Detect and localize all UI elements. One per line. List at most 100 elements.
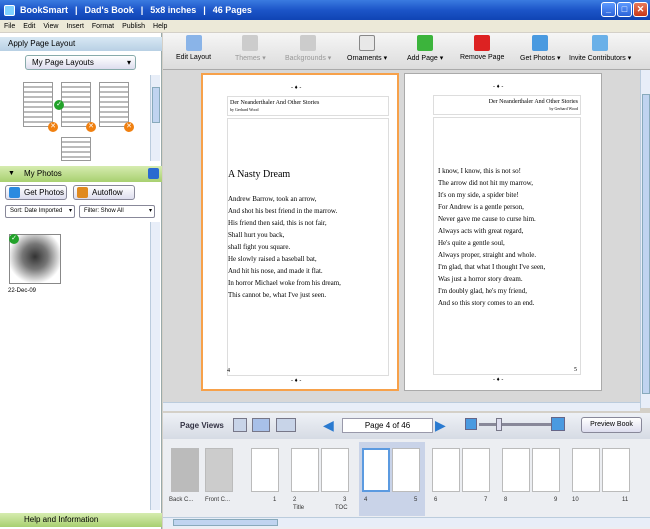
zoom-in-icon[interactable] bbox=[551, 417, 565, 431]
back-cover-thumbnail[interactable] bbox=[171, 448, 199, 492]
backgrounds-icon bbox=[300, 35, 317, 51]
layout-select[interactable]: My Page Layouts ▾ bbox=[25, 55, 136, 70]
text-box[interactable]: A Nasty Dream Andrew Barrow, took an arr… bbox=[227, 118, 389, 376]
thumbnail-label: 5 bbox=[414, 497, 418, 503]
menu-file[interactable]: File bbox=[4, 23, 15, 30]
poem-line: Always proper, straight and whole. bbox=[438, 251, 537, 259]
single-page-view-icon[interactable] bbox=[233, 418, 247, 432]
page-thumbnail[interactable] bbox=[602, 448, 630, 492]
author-line: by Gerhard Wood bbox=[230, 107, 259, 112]
menu-publish[interactable]: Publish bbox=[122, 23, 145, 30]
right-page[interactable]: - ♦ - Der Neanderthaler And Other Storie… bbox=[404, 73, 602, 391]
poem-line: He's quite a gentle soul, bbox=[438, 239, 505, 247]
autoflow-icon bbox=[77, 187, 88, 198]
poem-line: He slowly raised a baseball bat, bbox=[228, 255, 317, 263]
poem-line: I'm glad, that what I thought I've seen, bbox=[438, 263, 546, 271]
next-page-icon[interactable]: ▶ bbox=[435, 417, 446, 434]
canvas-horizontal-scrollbar[interactable] bbox=[163, 402, 640, 411]
header-text-box[interactable]: Der Neanderthaler And Other Stories by G… bbox=[227, 96, 389, 116]
page-count: 46 Pages bbox=[212, 5, 252, 15]
check-icon: ✓ bbox=[54, 100, 64, 110]
grid-view-icon[interactable] bbox=[276, 418, 296, 432]
page-thumbnail[interactable] bbox=[392, 448, 420, 492]
remove-page-button[interactable]: Remove Page bbox=[460, 35, 504, 61]
filter-select[interactable]: Filter: Show All ▾ bbox=[79, 205, 155, 218]
layout-thumbnail[interactable] bbox=[61, 82, 91, 127]
layout-thumbnail[interactable] bbox=[23, 82, 53, 127]
poem-line: His friend then said, this is not fair, bbox=[228, 219, 327, 227]
thumbnail-label: 1 bbox=[273, 497, 277, 503]
invite-icon bbox=[592, 35, 609, 51]
left-page[interactable]: - ♦ - Der Neanderthaler And Other Storie… bbox=[201, 73, 399, 391]
sort-select[interactable]: Sort: Date Imported ▾ bbox=[5, 205, 75, 218]
book-name: Dad's Book bbox=[84, 5, 134, 15]
preview-book-button[interactable]: Preview Book bbox=[581, 417, 642, 433]
thumbnail-label: 6 bbox=[434, 497, 438, 503]
menu-view[interactable]: View bbox=[43, 23, 58, 30]
page-thumbnail[interactable] bbox=[502, 448, 530, 492]
page-thumbnail[interactable] bbox=[532, 448, 560, 492]
page-indicator[interactable]: Page 4 of 46 bbox=[342, 418, 433, 433]
backgrounds-button[interactable]: Backgrounds ▾ bbox=[285, 35, 331, 62]
page-thumbnail[interactable] bbox=[251, 448, 279, 492]
front-cover-thumbnail[interactable] bbox=[205, 448, 233, 492]
get-photos-toolbar-button[interactable]: Get Photos ▾ bbox=[520, 35, 560, 62]
photo-date: 22-Dec-09 bbox=[8, 288, 37, 294]
header-text-box[interactable]: Der Neanderthaler And Other Stories by G… bbox=[433, 95, 581, 115]
apply-layout-header: Apply Page Layout bbox=[0, 37, 162, 51]
filmstrip-scrollbar[interactable] bbox=[163, 517, 650, 527]
poem-line: It's on my side, a spider bite! bbox=[438, 191, 519, 199]
thumbnail-label: 11 bbox=[622, 497, 629, 503]
page-thumbnail[interactable] bbox=[362, 448, 390, 492]
edit-layout-icon bbox=[185, 35, 202, 51]
page-thumbnail[interactable] bbox=[572, 448, 600, 492]
maximize-button[interactable]: □ bbox=[617, 2, 632, 17]
zoom-out-icon[interactable] bbox=[465, 418, 477, 430]
thumbnail-label: 10 bbox=[572, 497, 579, 503]
page-thumbnail[interactable] bbox=[321, 448, 349, 492]
canvas-vertical-scrollbar[interactable] bbox=[640, 70, 650, 408]
app-name: BookSmart bbox=[20, 5, 69, 15]
poem-line: And shot his best friend in the marrow. bbox=[228, 207, 338, 215]
menu-help[interactable]: Help bbox=[153, 23, 167, 30]
page-thumbnail[interactable] bbox=[291, 448, 319, 492]
layout-thumbnail[interactable] bbox=[99, 82, 129, 127]
get-photos-button[interactable]: Get Photos bbox=[5, 185, 67, 200]
page-views-label: Page Views bbox=[180, 421, 224, 430]
autoflow-button[interactable]: Autoflow bbox=[73, 185, 135, 200]
poem-line: Never gave me cause to curse him. bbox=[438, 215, 536, 223]
collapse-icon[interactable]: ▼ bbox=[8, 166, 15, 182]
thumbnail-label: 4 bbox=[364, 497, 368, 503]
thumbnail-label: Back C... bbox=[169, 497, 194, 503]
layout-scrollbar[interactable] bbox=[150, 75, 160, 161]
thumbnail-label: 2 bbox=[293, 497, 297, 503]
spread-view-icon[interactable] bbox=[252, 418, 270, 432]
invite-contributors-button[interactable]: Invite Contributors ▾ bbox=[569, 35, 631, 62]
themes-icon bbox=[242, 35, 259, 51]
page-thumbnail[interactable] bbox=[432, 448, 460, 492]
minimize-button[interactable]: _ bbox=[601, 2, 616, 17]
menu-insert[interactable]: Insert bbox=[66, 23, 84, 30]
menu-edit[interactable]: Edit bbox=[23, 23, 35, 30]
edit-layout-button[interactable]: Edit Layout bbox=[176, 35, 211, 61]
help-header[interactable]: Help and Information bbox=[0, 513, 162, 527]
thumbnail-label: 3 bbox=[343, 497, 347, 503]
ornaments-button[interactable]: Ornaments ▾ bbox=[347, 35, 387, 62]
grid-view-icon[interactable] bbox=[148, 168, 159, 179]
menu-format[interactable]: Format bbox=[92, 23, 114, 30]
page-navigation-bar: Page Views ◀ Page 4 of 46 ▶ Preview Book bbox=[163, 413, 650, 439]
zoom-slider[interactable] bbox=[479, 423, 553, 426]
photos-scrollbar[interactable] bbox=[150, 222, 160, 510]
close-button[interactable]: ✕ bbox=[633, 2, 648, 17]
zoom-slider-handle[interactable] bbox=[496, 418, 502, 431]
ornament-icon: - ♦ - bbox=[493, 84, 504, 90]
previous-page-icon[interactable]: ◀ bbox=[323, 417, 334, 434]
thumbnail-sublabel: Title bbox=[293, 505, 305, 511]
themes-button[interactable]: Themes ▾ bbox=[235, 35, 266, 62]
toolbar: Edit Layout Themes ▾ Backgrounds ▾ Ornam… bbox=[163, 33, 650, 70]
layout-thumbnail[interactable] bbox=[61, 137, 91, 161]
add-page-button[interactable]: Add Page ▾ bbox=[407, 35, 443, 62]
page-thumbnail[interactable] bbox=[462, 448, 490, 492]
menu-bar: File Edit View Insert Format Publish Hel… bbox=[0, 20, 650, 32]
text-box[interactable]: I know, I know, this is not so! The arro… bbox=[433, 117, 581, 375]
